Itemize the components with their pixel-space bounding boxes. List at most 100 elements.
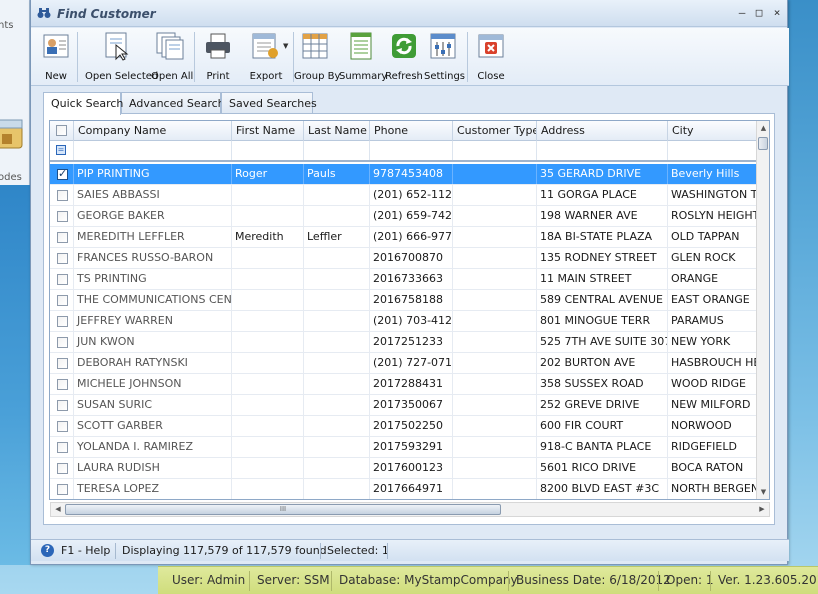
cell-last-name	[304, 206, 370, 226]
table-row[interactable]: JEFFREY WARREN (201) 703-4122 801 MINOGUE …	[50, 311, 758, 332]
column-header-phone[interactable]: Phone	[370, 121, 453, 141]
table-row[interactable]: GEORGE BAKER (201) 659-7428 198 WARNER AVE…	[50, 206, 758, 227]
group-by-button[interactable]: Group By	[294, 31, 340, 83]
table-row[interactable]: TERESA LOPEZ 2017664971 8200 BLVD EAST #3C…	[50, 479, 758, 499]
table-row[interactable]: TS PRINTING 2016733663 11 MAIN STREET ORANG…	[50, 269, 758, 290]
vertical-scrollbar[interactable]: ▲ ▼	[756, 121, 769, 499]
table-row[interactable]: MEREDITH LEFFLER Meredith Leffler (201) 666…	[50, 227, 758, 248]
row-select-cell	[50, 416, 74, 436]
export-dropdown-arrow-icon[interactable]: ▼	[283, 42, 288, 50]
cell-company: DEBORAH RATYNSKI	[74, 353, 232, 373]
table-row[interactable]: THE COMMUNICATIONS CENTER 2016758188 589 C…	[50, 290, 758, 311]
table-row[interactable]: LAURA RUDISH 2017600123 5601 RICO DRIVE BOC…	[50, 458, 758, 479]
close-button[interactable]: Close	[473, 31, 509, 83]
server-status: Server: SSM	[257, 573, 330, 587]
help-icon[interactable]: ?	[41, 544, 54, 557]
table-row[interactable]: YOLANDA I. RAMIREZ 2017593291 918-C BANTA …	[50, 437, 758, 458]
row-checkbox[interactable]	[57, 421, 68, 432]
horizontal-scrollbar[interactable]: ◀ III ▶	[50, 502, 770, 517]
row-checkbox[interactable]	[57, 484, 68, 495]
table-row[interactable]: JUN KWON 2017251233 525 7TH AVE SUITE 307 N…	[50, 332, 758, 353]
cell-city: EAST ORANGE	[668, 290, 758, 310]
table-row[interactable]: SCOTT GARBER 2017502250 600 FIR COURT NORWO…	[50, 416, 758, 437]
summary-button[interactable]: Summary	[339, 31, 387, 83]
scroll-right-arrow-icon[interactable]: ▶	[755, 503, 769, 516]
print-button[interactable]: Print	[201, 31, 235, 83]
tab-quick-search[interactable]: Quick Search	[43, 92, 123, 115]
table-row[interactable]: SUSAN SURIC 2017350067 252 GREVE DRIVE NEW …	[50, 395, 758, 416]
table-row[interactable]: FRANCES RUSSO-BARON 2016700870 135 RODNEY …	[50, 248, 758, 269]
horizontal-scroll-thumb[interactable]: III	[65, 504, 501, 515]
table-row[interactable]: SAIES ABBASSI (201) 652-1125 11 GORGA PLAC…	[50, 185, 758, 206]
table-row[interactable]: DEBORAH RATYNSKI (201) 727-0711 202 BURTON…	[50, 353, 758, 374]
row-checkbox[interactable]	[57, 211, 68, 222]
cell-phone: (201) 659-7428	[370, 206, 453, 226]
filter-first-name-input[interactable]	[232, 141, 304, 160]
minimize-button[interactable]: –	[735, 6, 749, 20]
cell-phone: 2017600123	[370, 458, 453, 478]
table-row[interactable]: MICHELE JOHNSON 2017288431 358 SUSSEX ROAD…	[50, 374, 758, 395]
column-header-company[interactable]: Company Name	[74, 121, 232, 141]
open-all-button[interactable]: Open All	[151, 31, 193, 83]
refresh-button[interactable]: Refresh	[385, 31, 423, 83]
row-checkbox[interactable]	[57, 442, 68, 453]
row-checkbox[interactable]	[57, 358, 68, 369]
new-button[interactable]: New	[39, 31, 73, 83]
filter-icon: =	[56, 145, 66, 155]
row-checkbox[interactable]	[57, 337, 68, 348]
row-select-cell	[50, 395, 74, 415]
vertical-scroll-thumb[interactable]	[758, 137, 768, 150]
row-checkbox[interactable]	[57, 190, 68, 201]
filter-city-input[interactable]	[668, 141, 758, 160]
cell-phone: 2016758188	[370, 290, 453, 310]
title-bar[interactable]: Find Customer – □ ×	[31, 0, 787, 27]
row-select-cell	[50, 437, 74, 457]
filter-customer-type-input[interactable]	[453, 141, 537, 160]
cell-company: LAURA RUDISH	[74, 458, 232, 478]
cell-customer-type	[453, 374, 537, 394]
status-separator	[320, 543, 321, 559]
filter-phone-input[interactable]	[370, 141, 453, 160]
export-button[interactable]: Export	[241, 31, 291, 83]
scroll-left-arrow-icon[interactable]: ◀	[51, 503, 65, 516]
scroll-down-arrow-icon[interactable]: ▼	[757, 485, 769, 499]
close-label: Close	[477, 71, 505, 82]
select-all-column[interactable]	[50, 121, 74, 141]
table-row[interactable]: PIP PRINTINGRogerPauls9787453408 35 GERAR…	[50, 164, 758, 185]
tab-saved-searches[interactable]: Saved Searches	[221, 92, 317, 114]
column-header-city[interactable]: City	[668, 121, 758, 141]
row-checkbox[interactable]	[57, 253, 68, 264]
status-separator	[508, 571, 509, 591]
column-header-customer-type[interactable]: Customer Type	[453, 121, 537, 141]
cell-first-name	[232, 269, 304, 289]
cell-last-name	[304, 248, 370, 268]
tab-advanced-search[interactable]: Advanced Search	[121, 92, 225, 114]
filter-last-name-input[interactable]	[304, 141, 370, 160]
cell-first-name	[232, 206, 304, 226]
help-hint[interactable]: F1 - Help	[61, 544, 110, 557]
filter-company-input[interactable]	[74, 141, 232, 160]
open-selected-button[interactable]: Open Selected	[85, 31, 158, 83]
settings-button[interactable]: Settings	[424, 31, 465, 83]
row-select-cell	[50, 164, 74, 184]
column-header-first-name[interactable]: First Name	[232, 121, 304, 141]
cell-last-name	[304, 437, 370, 457]
row-checkbox[interactable]	[57, 274, 68, 285]
row-checkbox[interactable]	[57, 232, 68, 243]
close-window-button[interactable]: ×	[770, 6, 784, 20]
cell-first-name	[232, 458, 304, 478]
maximize-button[interactable]: □	[752, 6, 766, 20]
scroll-up-arrow-icon[interactable]: ▲	[757, 121, 769, 135]
row-checkbox[interactable]	[57, 316, 68, 327]
select-all-checkbox[interactable]	[56, 125, 67, 136]
filter-address-input[interactable]	[537, 141, 668, 160]
row-checkbox[interactable]	[57, 295, 68, 306]
row-checkbox[interactable]	[57, 167, 68, 180]
background-text: odes	[0, 172, 22, 183]
column-header-last-name[interactable]: Last Name	[304, 121, 370, 141]
cell-city: Beverly Hills	[668, 164, 758, 184]
column-header-address[interactable]: Address	[537, 121, 668, 141]
row-checkbox[interactable]	[57, 379, 68, 390]
row-checkbox[interactable]	[57, 463, 68, 474]
row-checkbox[interactable]	[57, 400, 68, 411]
